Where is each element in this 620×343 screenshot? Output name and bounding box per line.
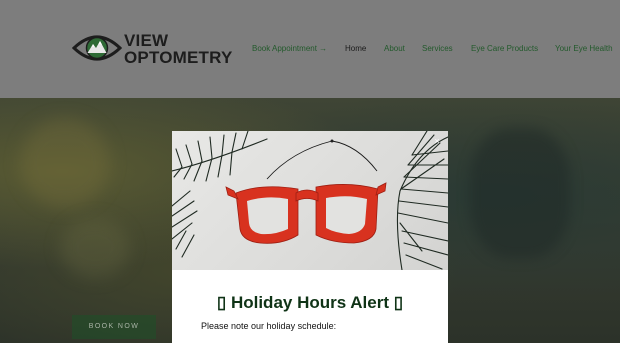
glasses-ornament-illustration — [172, 131, 448, 270]
nav-eye-care-products[interactable]: Eye Care Products — [471, 44, 538, 53]
nav-services[interactable]: Services — [422, 44, 453, 53]
hero-foliage — [20, 118, 110, 208]
site-header: VIEW OPTOMETRY Book Appointment → Home A… — [0, 0, 620, 98]
popup-title: ▯ Holiday Hours Alert ▯ — [216, 293, 404, 312]
nav-your-eye-health[interactable]: Your Eye Health — [555, 44, 613, 53]
nav-about[interactable]: About — [384, 44, 405, 53]
close-icon[interactable]: × — [432, 136, 442, 146]
hero-foliage — [60, 218, 130, 278]
nav-home[interactable]: Home — [345, 44, 366, 53]
holiday-glasses-image: × — [172, 131, 448, 270]
popup-body-text: Please note our holiday schedule: — [201, 321, 337, 331]
main-nav: Book Appointment → Home About Services E… — [0, 44, 620, 58]
hero-foliage — [470, 128, 570, 258]
book-now-button[interactable]: BOOK NOW — [72, 315, 156, 339]
holiday-popup: × ▯ Holiday Hours Alert ▯ Please note ou… — [172, 131, 448, 343]
nav-book-appointment[interactable]: Book Appointment → — [252, 44, 327, 53]
